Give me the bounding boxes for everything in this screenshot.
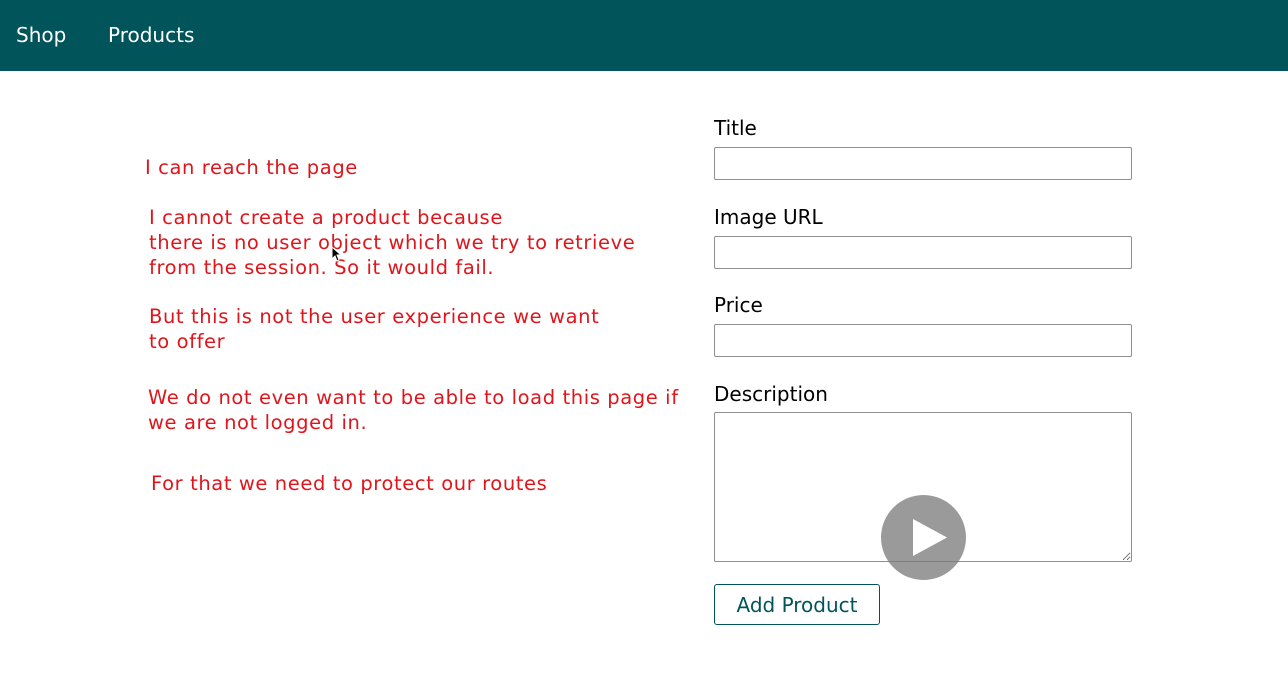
annotation-not-load-page: We do not even want to be able to load t… (148, 386, 679, 434)
nav-products-link[interactable]: Products (108, 22, 194, 48)
play-icon (913, 519, 947, 556)
image-url-input[interactable] (714, 236, 1132, 269)
price-label: Price (714, 293, 763, 317)
annotation-user-experience: But this is not the user experience we w… (149, 305, 600, 353)
main-header: Shop Products (0, 0, 1288, 71)
image-url-label: Image URL (714, 205, 823, 229)
title-label: Title (714, 116, 757, 140)
video-play-button[interactable] (881, 495, 966, 580)
nav-shop-link[interactable]: Shop (16, 22, 66, 48)
annotation-reach-page: I can reach the page (145, 156, 358, 179)
mouse-cursor-icon (331, 246, 343, 262)
annotation-protect-routes: For that we need to protect our routes (151, 472, 548, 495)
price-input[interactable] (714, 324, 1132, 357)
description-label: Description (714, 382, 828, 406)
add-product-button[interactable]: Add Product (714, 584, 880, 625)
title-input[interactable] (714, 147, 1132, 180)
annotation-cannot-create: I cannot create a product because there … (149, 206, 636, 279)
